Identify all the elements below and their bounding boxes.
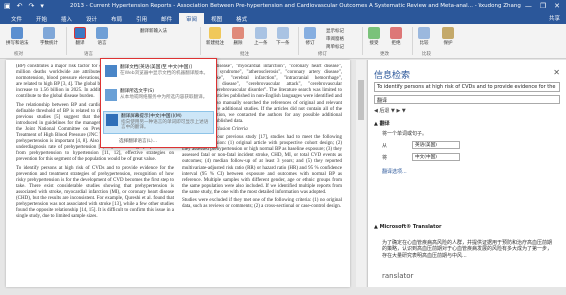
vertical-scrollbar[interactable] bbox=[356, 60, 366, 287]
word-window: ▣ ↶ ↷ ▾ 2013 - Current Hypertension Repo… bbox=[0, 0, 566, 295]
redo-icon[interactable]: ↷ bbox=[29, 2, 35, 10]
track-changes-icon bbox=[304, 27, 316, 39]
group-compare: 比较 bbox=[422, 52, 431, 57]
pane-title: 信息检索 bbox=[374, 71, 411, 81]
source-select[interactable]: 翻译 bbox=[374, 95, 560, 104]
tab-layout[interactable]: 布局 bbox=[104, 13, 129, 24]
reject-icon bbox=[390, 27, 402, 39]
lock-icon bbox=[442, 27, 454, 39]
from-language-select[interactable]: 英语(美国) bbox=[412, 141, 460, 149]
compare-button[interactable]: 比较 bbox=[418, 27, 430, 46]
choose-language-item[interactable]: 选择翻译语言(L)... bbox=[119, 138, 157, 144]
to-language-select[interactable]: 中文(中国) bbox=[412, 153, 460, 161]
translator-logo: ranslator bbox=[382, 272, 414, 280]
ribbon-tabs: 文件 开始 插入 设计 布局 引用 邮件 审阅 视图 格式 共享 bbox=[0, 12, 566, 24]
group-changes: 更改 bbox=[380, 52, 389, 57]
quick-access-toolbar: ▣ ↶ ↷ ▾ bbox=[0, 2, 70, 10]
comment-icon bbox=[209, 27, 221, 39]
window-controls: — ❐ ✕ bbox=[525, 2, 566, 10]
insert-comment-label[interactable]: 翻译新输入法 bbox=[140, 28, 167, 34]
translator-section[interactable]: ▲ Microsoft® Translator bbox=[374, 224, 441, 230]
prev-comment-button[interactable]: 上一条 bbox=[254, 27, 268, 46]
from-label: 从 bbox=[382, 143, 388, 149]
tab-review[interactable]: 审阅 bbox=[179, 13, 205, 24]
minimize-button[interactable]: — bbox=[525, 2, 532, 10]
simple-markup[interactable]: 简单标记 bbox=[326, 44, 344, 50]
title-bar: ▣ ↶ ↷ ▾ 2013 - Current Hypertension Repo… bbox=[0, 0, 566, 12]
menu-item-translate-document[interactable]: 翻译文档[英语(美国)至 中文(中国)] 在Web浏览器中显示文档的机器翻译版本… bbox=[103, 63, 214, 79]
reject-button[interactable]: 拒绝 bbox=[390, 27, 402, 46]
undo-icon[interactable]: ↶ bbox=[17, 2, 23, 10]
prev-icon bbox=[254, 27, 267, 39]
spelling-icon bbox=[11, 27, 24, 39]
customize-icon[interactable]: ▾ bbox=[40, 2, 44, 10]
window-title: 2013 - Current Hypertension Reports - As… bbox=[70, 3, 481, 9]
ribbon-review: 拼写和语法 字数统计 翻译 语言 翻译新输入法 新建批注 删除 上一条 下一条 … bbox=[0, 24, 566, 59]
delete-icon bbox=[232, 27, 244, 39]
save-icon[interactable]: ▣ bbox=[4, 2, 11, 10]
compare-icon bbox=[418, 27, 430, 39]
group-comments: 批注 bbox=[240, 52, 249, 57]
menu-item-mini-translator[interactable]: 翻译屏幕提示[中文(中国)](M) 指向使用另一种语言的单词即可显示上述语言中的… bbox=[103, 111, 214, 134]
protect-button[interactable]: 保护 bbox=[442, 27, 454, 46]
track-changes-button[interactable]: 修订 bbox=[304, 27, 316, 46]
share-button[interactable]: 共享 bbox=[543, 12, 566, 24]
group-language: 语言 bbox=[84, 52, 93, 57]
translate-menu: 翻译文档[英语(美国)至 中文(中国)] 在Web浏览器中显示文档的机器翻译版本… bbox=[100, 58, 217, 148]
research-pane: 信息检索 ✕ To identify persons at high risk … bbox=[367, 60, 566, 287]
close-button[interactable]: ✕ bbox=[554, 2, 560, 10]
translate-button[interactable]: 翻译 bbox=[74, 27, 86, 46]
paragraph: Studies were excluded if they met one of… bbox=[182, 197, 342, 210]
tab-file[interactable]: 文件 bbox=[4, 13, 29, 24]
language-icon bbox=[96, 27, 108, 39]
review-pane[interactable]: 审阅窗格 bbox=[326, 36, 344, 42]
display-markup[interactable]: 显示标记 bbox=[326, 28, 344, 34]
paragraph: To identify persons at high risk of CVDs… bbox=[16, 165, 174, 220]
document-translate-icon bbox=[105, 65, 117, 77]
translate-icon bbox=[74, 27, 86, 39]
to-label: 将 bbox=[382, 155, 388, 161]
word-count-icon bbox=[43, 27, 55, 39]
tab-references[interactable]: 引用 bbox=[129, 13, 154, 24]
accept-icon bbox=[368, 27, 380, 39]
tab-insert[interactable]: 插入 bbox=[54, 13, 79, 24]
translation-result: 为了确定在心血管疾病高风险的人群，并提供证据用于预防和治疗高血压前期的策略，认识… bbox=[382, 240, 553, 259]
tab-design[interactable]: 设计 bbox=[79, 13, 104, 24]
mini-translator-icon bbox=[106, 114, 118, 126]
delete-comment-button[interactable]: 删除 bbox=[232, 27, 244, 46]
tab-home[interactable]: 开始 bbox=[29, 13, 54, 24]
translation-options-link[interactable]: 翻译选项... bbox=[382, 168, 407, 175]
translation-section[interactable]: ▲ 翻译 bbox=[374, 120, 390, 127]
word-count-button[interactable]: 字数统计 bbox=[40, 27, 58, 46]
maximize-button[interactable]: ❐ bbox=[540, 2, 546, 10]
pane-navigation[interactable]: ◀ 后退 ▼ ▶ ▼ bbox=[374, 107, 406, 114]
tab-mailings[interactable]: 邮件 bbox=[154, 13, 179, 24]
language-button[interactable]: 语言 bbox=[96, 27, 108, 46]
new-comment-button[interactable]: 新建批注 bbox=[206, 27, 224, 46]
spelling-button[interactable]: 拼写和语法 bbox=[6, 27, 29, 46]
group-proofing: 校对 bbox=[14, 52, 23, 57]
selection-translate-icon bbox=[105, 89, 117, 101]
next-icon bbox=[276, 27, 289, 39]
menu-item-translate-selection[interactable]: 翻译所选文字(S) 从本地或网络服务中为所选内容获取翻译。 bbox=[103, 87, 214, 103]
next-comment-button[interactable]: 下一条 bbox=[276, 27, 290, 46]
user-name[interactable]: xudong Zhang bbox=[481, 3, 525, 9]
accept-button[interactable]: 接受 bbox=[368, 27, 380, 46]
scroll-thumb[interactable] bbox=[358, 80, 364, 120]
tab-view[interactable]: 视图 bbox=[204, 13, 229, 24]
tab-format[interactable]: 格式 bbox=[229, 13, 254, 24]
search-input[interactable]: To identify persons at high risk of CVDs… bbox=[374, 82, 560, 92]
translation-hint: 将一个单词或句子。 bbox=[382, 131, 428, 137]
group-tracking: 修订 bbox=[318, 52, 327, 57]
close-icon[interactable]: ✕ bbox=[553, 68, 560, 77]
